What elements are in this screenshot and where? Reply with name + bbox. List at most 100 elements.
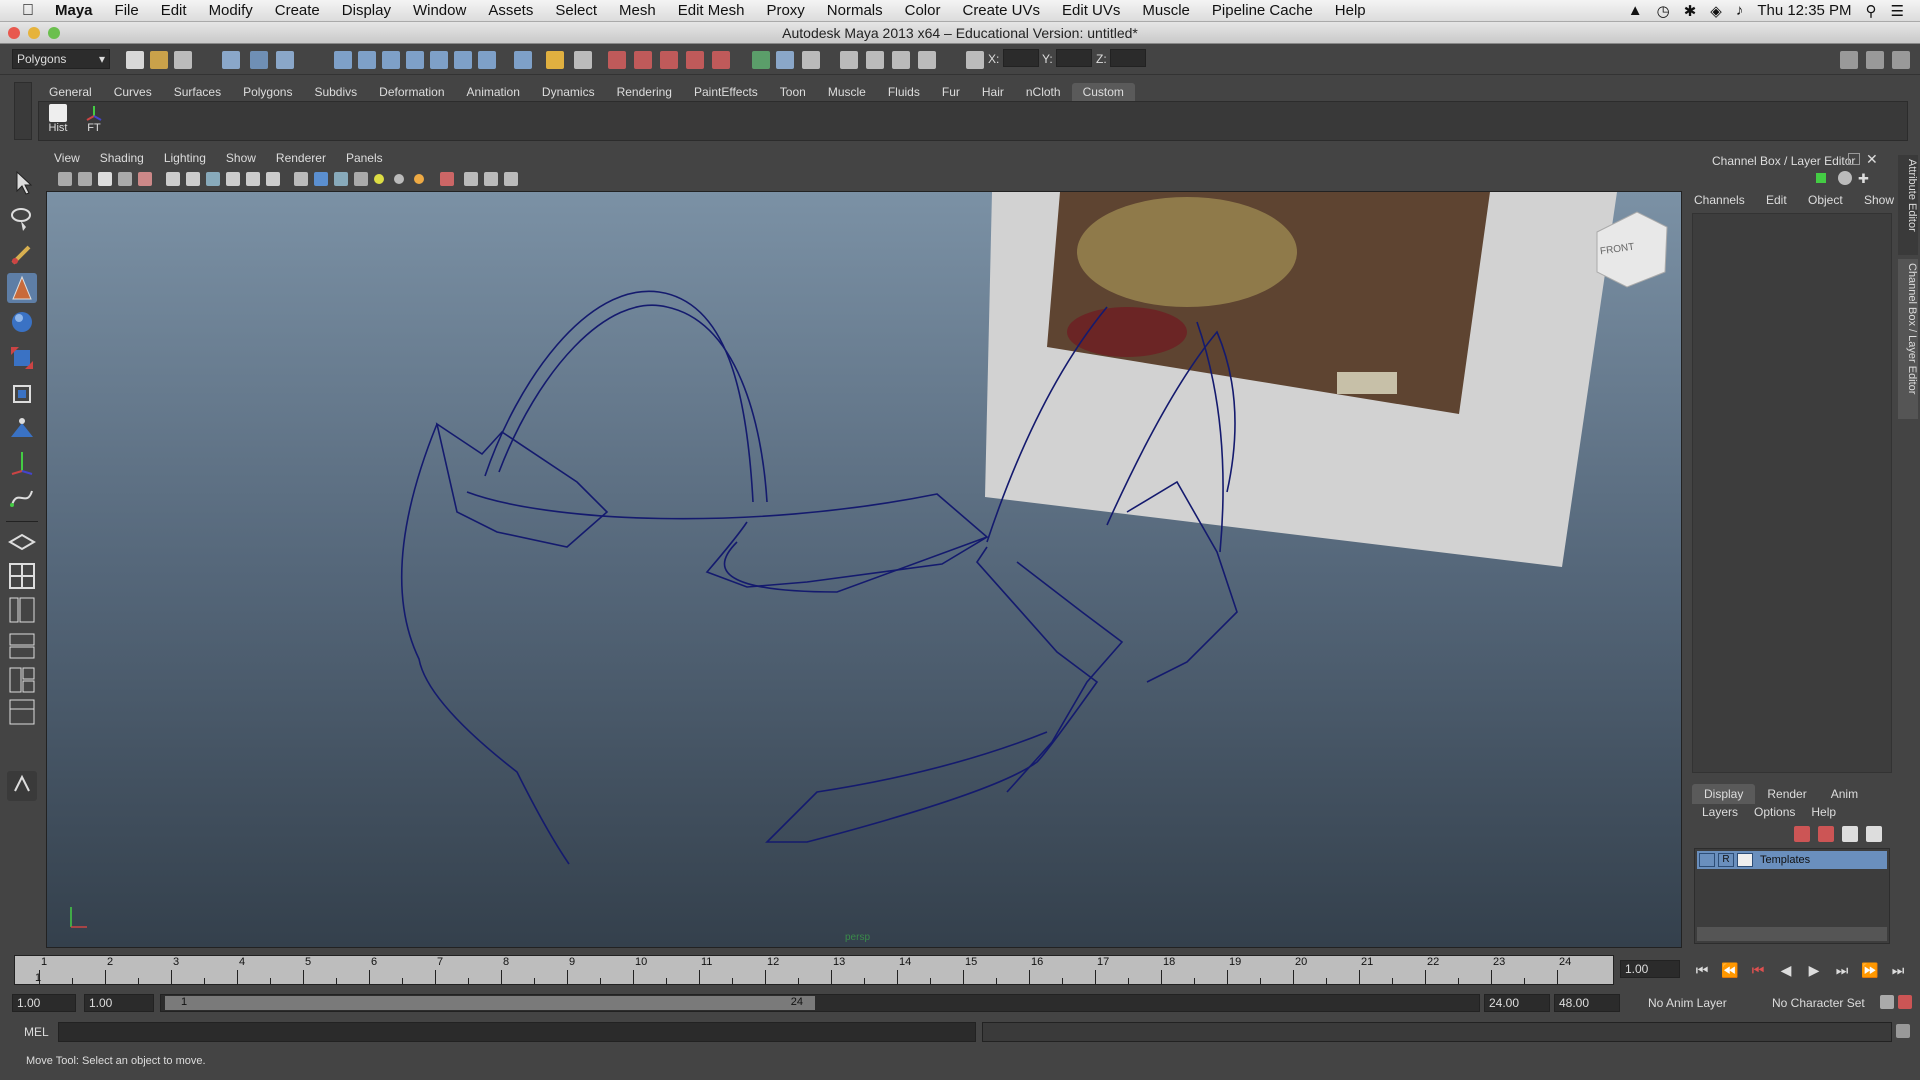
outliner-layout-icon[interactable] xyxy=(7,697,37,727)
grid-toggle-icon[interactable] xyxy=(166,172,180,186)
menu-file[interactable]: File xyxy=(104,2,150,19)
playback-start-field[interactable]: 1.00 xyxy=(84,994,154,1012)
make-live-icon[interactable] xyxy=(430,51,448,69)
step-forward-key-icon[interactable]: ⏭ xyxy=(1832,962,1852,978)
tab-dynamics[interactable]: Dynamics xyxy=(531,83,606,101)
menu-select[interactable]: Select xyxy=(544,2,608,19)
menu-window[interactable]: Window xyxy=(402,2,477,19)
resolution-gate-icon[interactable] xyxy=(206,172,220,186)
tab-deformation[interactable]: Deformation xyxy=(368,83,455,101)
input-output-icon[interactable] xyxy=(478,51,496,69)
notification-icon[interactable]: ▲ xyxy=(1628,2,1643,19)
close-window-button[interactable] xyxy=(8,27,20,39)
menu-app-name[interactable]: Maya xyxy=(44,2,104,19)
single-perspective-layout-icon[interactable] xyxy=(7,527,37,557)
tab-fur[interactable]: Fur xyxy=(931,83,971,101)
panel-menu-renderer[interactable]: Renderer xyxy=(266,151,336,169)
step-back-key-icon[interactable]: ⏮ xyxy=(1748,962,1768,978)
help-menu[interactable]: Help xyxy=(1811,805,1836,819)
tab-render[interactable]: Render xyxy=(1755,784,1818,804)
render-current-icon[interactable] xyxy=(608,51,626,69)
menu-display[interactable]: Display xyxy=(331,2,402,19)
tab-painteffects[interactable]: PaintEffects xyxy=(683,83,769,101)
edit-menu[interactable]: Edit xyxy=(1766,193,1787,207)
rotate-icon[interactable] xyxy=(918,51,936,69)
last-tool-used-icon[interactable] xyxy=(7,483,37,513)
clock-text[interactable]: Thu 12:35 PM xyxy=(1757,2,1851,19)
show-tool-settings-icon[interactable] xyxy=(1866,51,1884,69)
tab-ncloth[interactable]: nCloth xyxy=(1015,83,1072,101)
xray-joints-icon[interactable] xyxy=(484,172,498,186)
script-editor-button-icon[interactable] xyxy=(1896,1024,1910,1038)
menu-assets[interactable]: Assets xyxy=(477,2,544,19)
range-slider-handle[interactable]: 1 24 xyxy=(165,996,815,1010)
ft-shelf-button[interactable]: FT xyxy=(81,104,107,138)
go-to-end-icon[interactable]: ⏭ xyxy=(1888,962,1908,978)
tab-muscle[interactable]: Muscle xyxy=(817,83,877,101)
persp-graph-layout-icon[interactable] xyxy=(7,631,37,661)
wireframe-icon[interactable] xyxy=(294,172,308,186)
menu-create[interactable]: Create xyxy=(264,2,331,19)
menu-edit[interactable]: Edit xyxy=(150,2,198,19)
shadows-icon[interactable] xyxy=(414,174,424,184)
wireframe-on-shaded-icon[interactable] xyxy=(334,172,348,186)
object-menu[interactable]: Object xyxy=(1808,193,1843,207)
field-chart-icon[interactable] xyxy=(246,172,260,186)
layer-type-toggle[interactable]: R xyxy=(1718,853,1734,867)
scale-icon[interactable] xyxy=(892,51,910,69)
volume-icon[interactable]: ♪ xyxy=(1736,2,1744,19)
menu-help[interactable]: Help xyxy=(1324,2,1377,19)
tab-surfaces[interactable]: Surfaces xyxy=(163,83,232,101)
panel-menu-panels[interactable]: Panels xyxy=(336,151,393,169)
attribute-editor-tab[interactable]: Attribute Editor xyxy=(1898,155,1918,255)
play-backward-icon[interactable]: ◀ xyxy=(1776,962,1796,978)
scale-tool-icon[interactable] xyxy=(7,343,37,373)
menu-proxy[interactable]: Proxy xyxy=(755,2,815,19)
move-tool-icon[interactable] xyxy=(7,273,37,303)
step-back-icon[interactable]: ⏪ xyxy=(1720,962,1740,978)
mel-label[interactable]: MEL xyxy=(24,1025,49,1039)
layer-name[interactable]: Templates xyxy=(1756,854,1810,866)
new-scene-icon[interactable] xyxy=(126,51,144,69)
panel-menu-shading[interactable]: Shading xyxy=(90,151,154,169)
use-default-light-icon[interactable] xyxy=(374,174,384,184)
y-field[interactable] xyxy=(1056,49,1092,67)
x-field[interactable] xyxy=(1003,49,1039,67)
snap-grid-icon[interactable] xyxy=(334,51,352,69)
camera-attributes-icon[interactable] xyxy=(78,172,92,186)
hypershade-layout-icon[interactable] xyxy=(7,665,37,695)
bluetooth-icon[interactable]: ✱ xyxy=(1684,2,1697,20)
tab-display[interactable]: Display xyxy=(1692,784,1756,804)
menu-color[interactable]: Color xyxy=(894,2,952,19)
two-d-pan-icon[interactable] xyxy=(138,172,152,186)
universal-manipulator-icon[interactable] xyxy=(7,379,37,409)
move-layer-down-icon[interactable] xyxy=(1818,826,1834,842)
textured-icon[interactable] xyxy=(354,172,368,186)
animation-start-field[interactable]: 1.00 xyxy=(12,994,76,1012)
layer-row-templates[interactable]: R Templates xyxy=(1697,851,1887,869)
range-slider-track[interactable]: 1 24 xyxy=(160,994,1480,1012)
time-slider[interactable]: 1 2 3 4 5 6 7 8 9 10 11 12 13 14 15 16 17 18 19 20 21 22 23 24 … xyxy=(14,955,1614,985)
tab-subdivs[interactable]: Subdivs xyxy=(303,83,368,101)
absolute-transform-icon[interactable] xyxy=(966,51,984,69)
open-scene-icon[interactable] xyxy=(150,51,168,69)
playback-end-field[interactable]: 24.00 xyxy=(1484,994,1550,1012)
layer-scrollbar[interactable] xyxy=(1697,927,1887,941)
layer-color-swatch[interactable] xyxy=(1737,853,1753,867)
menu-mesh[interactable]: Mesh xyxy=(608,2,667,19)
snap-point-icon[interactable] xyxy=(382,51,400,69)
isolate-select-icon[interactable] xyxy=(440,172,454,186)
options-menu[interactable]: Options xyxy=(1754,805,1795,819)
sculpt-icon[interactable] xyxy=(752,51,770,69)
tab-anim[interactable]: Anim xyxy=(1819,784,1870,804)
tab-hair[interactable]: Hair xyxy=(971,83,1015,101)
channel-speed-icon[interactable] xyxy=(1838,171,1852,185)
smooth-shade-icon[interactable] xyxy=(314,172,328,186)
channel-box-side-tab[interactable]: Channel Box / Layer Editor xyxy=(1898,259,1918,419)
animation-end-field[interactable]: 48.00 xyxy=(1554,994,1620,1012)
list-icon[interactable]: ☰ xyxy=(1891,2,1904,20)
lock-icon[interactable] xyxy=(546,51,564,69)
hypershade-icon[interactable] xyxy=(686,51,704,69)
tab-custom[interactable]: Custom xyxy=(1071,83,1135,101)
panel-menu-show[interactable]: Show xyxy=(216,151,266,169)
